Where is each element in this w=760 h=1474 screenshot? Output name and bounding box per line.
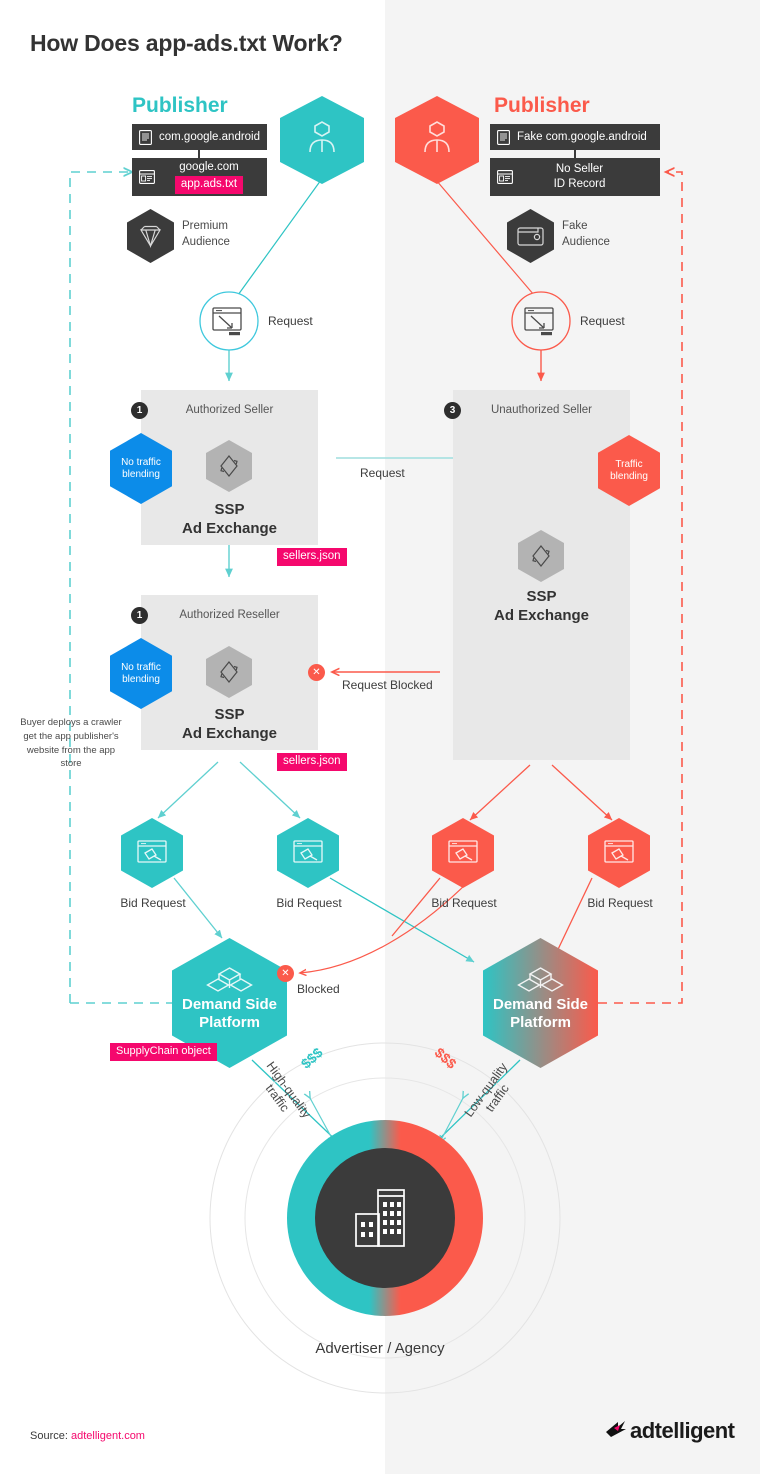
right-audience-line1: Fake: [562, 220, 588, 232]
blocked-label: Blocked: [297, 982, 340, 996]
crawler-note: Buyer deploys a crawler get the app publ…: [20, 717, 122, 770]
left-audience-label: Premium Audience: [182, 219, 230, 250]
source-prefix: Source:: [30, 1430, 68, 1442]
source-line: Source: adtelligent.com: [30, 1430, 145, 1442]
bid-request-hex-l1: [121, 818, 183, 893]
website-icon: [497, 170, 513, 184]
authorized-seller-title: Authorized Seller: [185, 404, 274, 416]
bid-request-hex-r2: [588, 818, 650, 893]
diamond-icon: [127, 209, 174, 263]
brand-logo: adtelligent: [605, 1418, 735, 1444]
exchange-arrows-icon: [518, 530, 564, 582]
right-request-circle: [511, 291, 571, 356]
right-app-bar-text: Fake com.google.android: [517, 131, 647, 143]
ssp-hex-1: [206, 440, 252, 497]
mobile-app-icon: [497, 129, 510, 145]
right-dsp-line2: Platform: [510, 1014, 571, 1031]
right-site-bar-line1: No Seller: [555, 163, 604, 176]
ssp-label-3: SSP Ad Exchange: [453, 588, 630, 626]
authorized-reseller-title: Authorized Reseller: [179, 609, 280, 621]
traffic-badge-line2: blending: [610, 471, 648, 482]
left-audience-line1: Premium: [182, 220, 229, 232]
left-money-label: $$$: [297, 1044, 326, 1072]
ssp-line1-2: SSP: [214, 706, 245, 723]
ssp-label-1: SSP Ad Exchange: [141, 501, 318, 539]
ssp-line2-1: Ad Exchange: [181, 519, 278, 537]
brand-name: adtelligent: [630, 1418, 735, 1443]
unauthorized-seller-title: Unauthorized Seller: [490, 404, 592, 416]
left-audience: [127, 209, 174, 268]
right-bar-connector: [574, 150, 576, 158]
right-publisher-hex: [395, 96, 479, 189]
right-dsp-line1: Demand Side: [492, 996, 589, 1013]
no-traffic-badge2-line1: No traffic: [121, 662, 161, 673]
advertiser-label: Advertiser / Agency: [315, 1340, 445, 1357]
right-site-bar: No Seller ID Record: [490, 158, 660, 196]
traffic-blending-badge: Traffic blending: [598, 435, 660, 511]
sellers-json-tag-2: sellers.json: [277, 753, 347, 772]
left-publisher-hex: [280, 96, 364, 189]
left-request-label: Request: [268, 314, 313, 328]
adtelligent-logo-icon: [605, 1419, 627, 1444]
traffic-badge-line1: Traffic: [615, 459, 643, 470]
infographic-canvas: How Does app-ads.txt Work? Publisher com…: [0, 0, 760, 1474]
right-audience: [507, 209, 554, 268]
sellers-json-tag-1: sellers.json: [277, 548, 347, 567]
buildings-icon: [355, 1189, 405, 1247]
left-bar-connector: [198, 150, 200, 158]
request-blocked-x-icon: ✕: [308, 664, 325, 681]
source-link[interactable]: adtelligent.com: [71, 1430, 145, 1442]
bid-request-label-r2: Bid Request: [587, 896, 653, 910]
left-app-bar-text: com.google.android: [159, 131, 261, 143]
no-traffic-badge2-line2: blending: [122, 674, 160, 685]
no-traffic-blending-badge-1: No traffic blending: [110, 433, 172, 509]
supplychain-object-tag: SupplyChain object: [110, 1043, 217, 1061]
ssp-label-2: SSP Ad Exchange: [141, 706, 318, 744]
no-traffic-badge-line2: blending: [122, 469, 160, 480]
left-audience-line2: Audience: [182, 235, 230, 248]
right-publisher-label: Publisher: [494, 94, 590, 117]
right-dsp-hex: Demand Side Platform: [483, 938, 598, 1073]
high-quality-traffic-label: High-quality traffic: [252, 1059, 314, 1129]
right-app-bar: Fake com.google.android: [490, 124, 660, 150]
page-title: How Does app-ads.txt Work?: [30, 30, 343, 56]
bid-request-label-l2: Bid Request: [276, 896, 342, 910]
no-traffic-blending-badge-2: No traffic blending: [110, 638, 172, 714]
right-site-bar-line2: ID Record: [553, 178, 606, 190]
right-audience-line2: Audience: [562, 235, 610, 248]
bid-request-hex-r1: [432, 818, 494, 893]
mobile-app-icon: [139, 129, 152, 145]
left-site-bar-text: google.com: [179, 160, 239, 173]
no-traffic-badge-line1: No traffic: [121, 457, 161, 468]
exchange-arrows-icon: [206, 646, 252, 698]
ssp-hex-2: [206, 646, 252, 703]
ssp-line1-3: SSP: [526, 588, 557, 605]
ssp-line2-3: Ad Exchange: [493, 606, 590, 624]
request-between-sellers-label: Request: [360, 466, 405, 480]
left-publisher-label: Publisher: [132, 94, 228, 117]
left-site-bar: google.com app.ads.txt: [132, 158, 267, 196]
bid-request-label-r1: Bid Request: [431, 896, 497, 910]
exchange-arrows-icon: [206, 440, 252, 492]
left-request-circle: [199, 291, 259, 356]
right-audience-label: Fake Audience: [562, 219, 610, 250]
ssp-line2-2: Ad Exchange: [181, 724, 278, 742]
left-app-bar: com.google.android: [132, 124, 267, 150]
left-dsp-line2: Platform: [199, 1014, 260, 1031]
right-request-label: Request: [580, 314, 625, 328]
ssp-line1-1: SSP: [214, 501, 245, 518]
ssp-hex-3: [518, 530, 564, 587]
advertiser-icon-wrap: [348, 1184, 422, 1257]
app-ads-txt-tag: app.ads.txt: [174, 176, 244, 195]
website-icon: [139, 170, 155, 184]
blocked-x-icon: ✕: [277, 965, 294, 982]
bid-request-label-l1: Bid Request: [120, 896, 186, 910]
bid-request-hex-l2: [277, 818, 339, 893]
wallet-icon: [507, 209, 554, 263]
left-dsp-line1: Demand Side: [181, 996, 278, 1013]
request-blocked-label: Request Blocked: [342, 678, 433, 692]
